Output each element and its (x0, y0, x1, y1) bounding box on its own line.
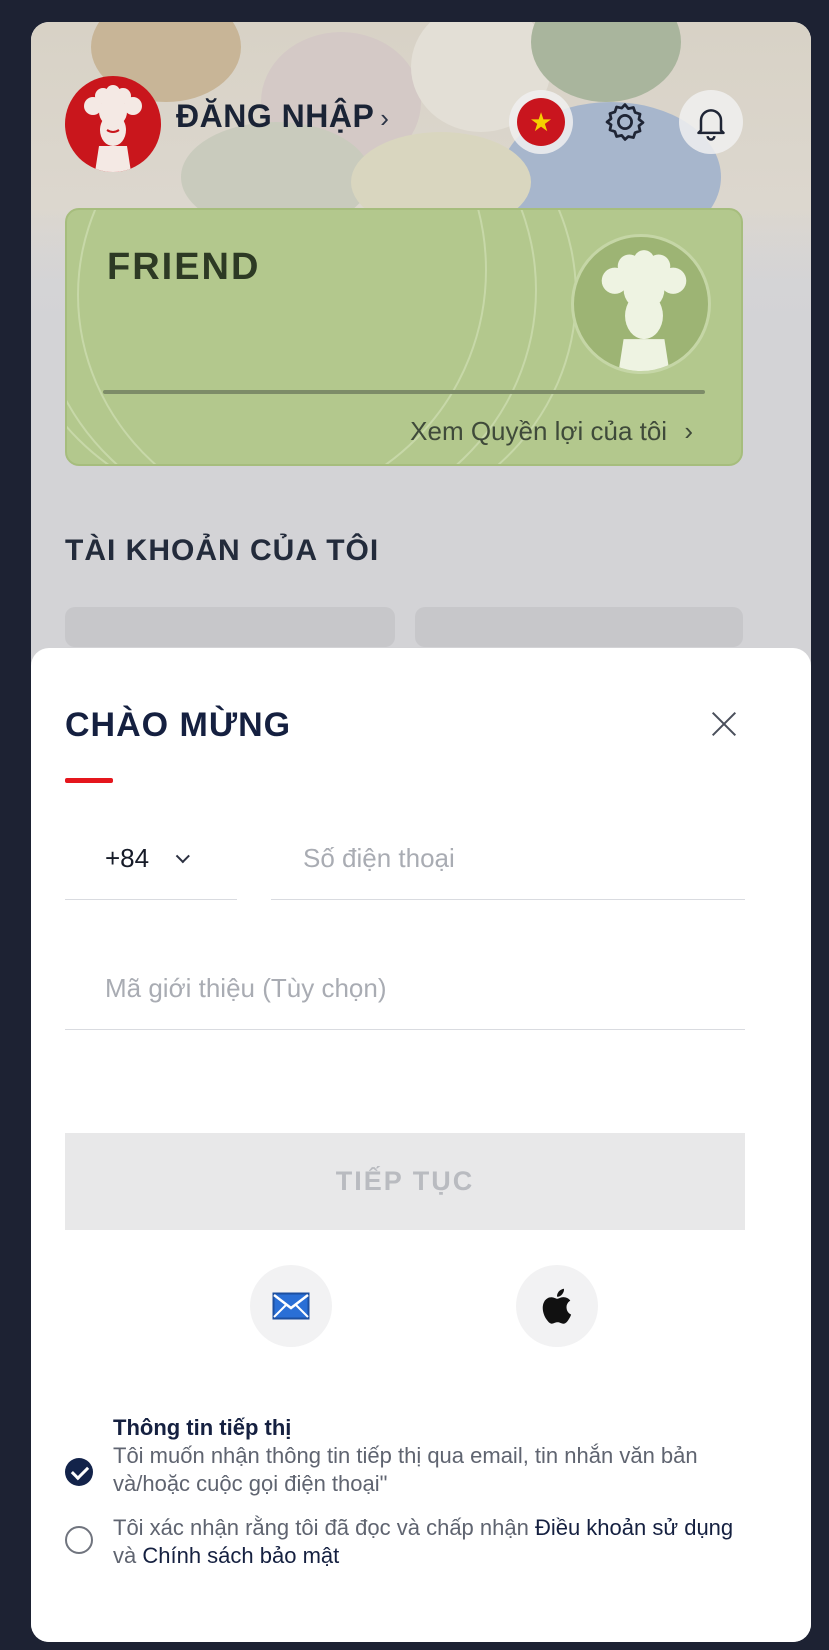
benefits-link[interactable]: Xem Quyền lợi của tôi › (410, 416, 693, 447)
membership-tier: FRIEND (107, 246, 261, 288)
referral-code-input[interactable] (65, 948, 745, 1030)
modal-title: CHÀO MỪNG (65, 706, 292, 744)
terms-consent-lead: Tôi xác nhận rằng tôi đã đọc và chấp nhậ… (113, 1515, 535, 1540)
vietnam-flag-icon: ★ (517, 98, 565, 146)
account-tile[interactable] (65, 607, 395, 647)
title-underline (65, 778, 113, 783)
membership-progress (103, 390, 705, 394)
login-label: ĐĂNG NHẬP (176, 98, 375, 134)
chevron-right-icon: › (684, 416, 693, 446)
email-login-button[interactable] (250, 1265, 332, 1347)
terms-consent-text: Tôi xác nhận rằng tôi đã đọc và chấp nhậ… (113, 1514, 753, 1570)
terms-consent-checkbox[interactable] (65, 1526, 93, 1554)
country-code-select[interactable]: +84 (65, 818, 237, 900)
bell-icon (697, 109, 725, 141)
opera-mask-logo-icon (84, 85, 142, 172)
language-button[interactable]: ★ (509, 90, 573, 154)
phone-number-input[interactable] (271, 818, 745, 900)
notifications-button[interactable] (679, 90, 743, 154)
privacy-policy-link[interactable]: Chính sách bảo mật (142, 1543, 339, 1568)
marketing-consent-title: Thông tin tiếp thị (113, 1415, 292, 1440)
apple-login-button[interactable] (516, 1265, 598, 1347)
chevron-right-icon: › (380, 103, 390, 133)
terms-of-use-link[interactable]: Điều khoản sử dụng (535, 1515, 733, 1540)
marketing-consent-text: Thông tin tiếp thị Tôi muốn nhận thông t… (113, 1414, 753, 1498)
gear-icon (605, 103, 645, 141)
account-tile[interactable] (415, 607, 743, 647)
settings-button[interactable] (593, 90, 657, 154)
marketing-consent-body: Tôi muốn nhận thông tin tiếp thị qua ema… (113, 1443, 698, 1496)
login-modal: CHÀO MỪNG +84 TIẾP TỤC Thông (31, 648, 811, 1642)
country-code-value: +84 (105, 843, 150, 873)
opera-mask-badge-icon (601, 250, 687, 371)
avatar[interactable] (65, 76, 161, 172)
apple-icon (542, 1288, 572, 1324)
continue-button[interactable]: TIẾP TỤC (65, 1133, 745, 1230)
close-icon[interactable] (696, 696, 752, 752)
marketing-consent-checkbox[interactable] (65, 1458, 93, 1486)
app-screen: ĐĂNG NHẬP › ★ FRIEND Xem Quyền lợi của t… (31, 22, 811, 1642)
mail-icon (272, 1292, 310, 1320)
membership-card[interactable]: FRIEND Xem Quyền lợi của tôi › (65, 208, 743, 466)
chevron-down-icon (175, 848, 191, 863)
terms-joiner: và (113, 1543, 143, 1568)
benefits-link-label: Xem Quyền lợi của tôi (410, 416, 668, 446)
section-title: TÀI KHOẢN CỦA TÔI (65, 534, 380, 567)
plush-image (531, 22, 681, 102)
login-link[interactable]: ĐĂNG NHẬP › (176, 98, 389, 135)
membership-badge-icon (571, 234, 711, 374)
